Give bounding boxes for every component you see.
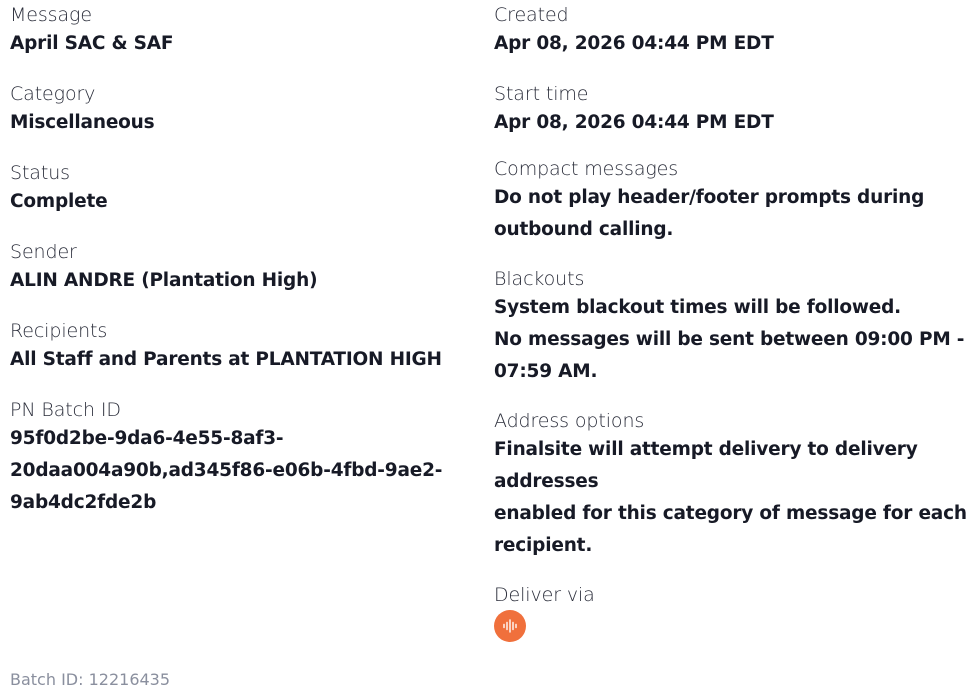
sender-field: Sender ALIN ANDRE (Plantation High) <box>10 239 470 297</box>
status-field: Status Complete <box>10 160 470 218</box>
pn-batch-id-line: 20daa004a90b,ad345f86-e06b-4fbd-9ae2- <box>10 460 443 481</box>
pn-batch-id-label: PN Batch ID <box>10 399 121 421</box>
sender-label: Sender <box>10 241 77 263</box>
blackouts-value: System blackout times will be followed. … <box>494 292 976 388</box>
compact-messages-value: Do not play header/footer prompts during… <box>494 182 976 246</box>
compact-messages-line: outbound calling. <box>494 219 674 240</box>
deliver-via-field: Deliver via <box>494 582 976 644</box>
category-label: Category <box>10 83 96 105</box>
created-label: Created <box>494 4 569 26</box>
address-options-value: Finalsite will attempt delivery to deliv… <box>494 434 976 562</box>
blackouts-label: Blackouts <box>494 268 585 290</box>
pn-batch-id-value: 95f0d2be-9da6-4e55-8af3- 20daa004a90b,ad… <box>10 423 470 519</box>
start-time-value: Apr 08, 2026 04:44 PM EDT <box>494 112 774 133</box>
address-options-label: Address options <box>494 410 645 432</box>
batch-id-footer: Batch ID: 12216435 <box>10 670 171 689</box>
pn-batch-id-line: 95f0d2be-9da6-4e55-8af3- <box>10 428 284 449</box>
compact-messages-line: Do not play header/footer prompts during <box>494 187 925 208</box>
address-options-line: enabled for this category of message for… <box>494 503 967 524</box>
recipients-label: Recipients <box>10 320 108 342</box>
recipients-value: All Staff and Parents at PLANTATION HIGH <box>10 349 442 370</box>
blackouts-line: 07:59 AM. <box>494 361 598 382</box>
status-value: Complete <box>10 191 108 212</box>
message-field: Message April SAC & SAF <box>10 2 470 60</box>
created-field: Created Apr 08, 2026 04:44 PM EDT <box>494 2 976 60</box>
status-label: Status <box>10 162 70 184</box>
pn-batch-id-field: PN Batch ID 95f0d2be-9da6-4e55-8af3- 20d… <box>10 397 470 519</box>
created-value: Apr 08, 2026 04:44 PM EDT <box>494 33 774 54</box>
deliver-via-label: Deliver via <box>494 584 595 606</box>
recipients-field: Recipients All Staff and Parents at PLAN… <box>10 318 470 376</box>
start-time-field: Start time Apr 08, 2026 04:44 PM EDT <box>494 81 976 139</box>
right-column: Created Apr 08, 2026 04:44 PM EDT Start … <box>494 2 976 644</box>
message-value: April SAC & SAF <box>10 33 174 54</box>
address-options-field: Address options Finalsite will attempt d… <box>494 408 976 562</box>
category-value: Miscellaneous <box>10 112 155 133</box>
category-field: Category Miscellaneous <box>10 81 470 139</box>
voice-waveform-icon <box>494 610 526 642</box>
message-label: Message <box>10 4 92 26</box>
start-time-label: Start time <box>494 83 589 105</box>
sender-value: ALIN ANDRE (Plantation High) <box>10 270 318 291</box>
address-options-line: recipient. <box>494 535 593 556</box>
pn-batch-id-line: 9ab4dc2fde2b <box>10 492 157 513</box>
blackouts-line: System blackout times will be followed. <box>494 297 902 318</box>
left-column: Message April SAC & SAF Category Miscell… <box>10 2 470 519</box>
compact-messages-label: Compact messages <box>494 158 679 180</box>
blackouts-field: Blackouts System blackout times will be … <box>494 266 976 388</box>
deliver-via-icons <box>494 610 976 644</box>
address-options-line: Finalsite will attempt delivery to deliv… <box>494 439 918 492</box>
blackouts-line: No messages will be sent between 09:00 P… <box>494 329 965 350</box>
compact-messages-field: Compact messages Do not play header/foot… <box>494 156 976 246</box>
